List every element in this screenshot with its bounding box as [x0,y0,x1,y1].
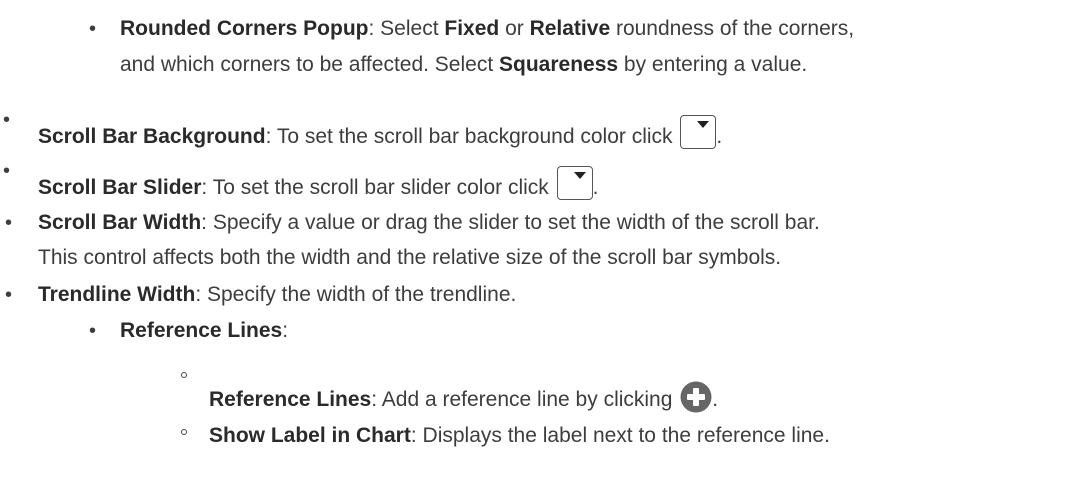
rounded-corners-item-line2: and which corners to be affected. Select… [120,53,807,77]
list-bullet: • [5,284,13,306]
color-picker-button[interactable] [556,166,593,200]
item-text: : Select [368,17,445,40]
item-text: . [592,176,599,199]
dropdown-arrow-icon [573,172,586,179]
list-bullet: • [89,18,97,40]
term-scroll-bar-width: Scroll Bar Width [38,211,202,234]
term-reference-lines: Reference Lines [209,388,372,411]
reference-lines-heading-item: Reference Lines: [120,319,288,343]
item-text: : [282,319,289,342]
item-text: : To set the scroll bar slider color cli… [201,176,555,199]
sub-list-bullet [181,372,187,378]
list-bullet: • [3,109,11,131]
help-document: • Rounded Corners Popup: Select Fixed or… [0,0,1067,491]
scroll-bar-width-item-line1: Scroll Bar Width: Specify a value or dra… [38,211,820,235]
scroll-bar-background-item: Scroll Bar Background: To set the scroll… [38,115,722,149]
term-show-label-in-chart: Show Label in Chart [209,424,411,447]
dropdown-arrow-icon [697,121,710,128]
item-text: : Displays the label next to the referen… [410,424,830,447]
term-fixed: Fixed [444,17,500,40]
item-text: by entering a value. [618,53,808,76]
color-picker-button[interactable] [680,115,717,149]
term-scroll-bar-slider: Scroll Bar Slider [38,176,202,199]
add-plus-icon[interactable] [680,381,712,413]
term-relative: Relative [529,17,611,40]
reference-lines-item: Reference Lines: Add a reference line by… [209,381,718,413]
item-text: : Specify a value or drag the slider to … [201,211,820,234]
show-label-in-chart-item: Show Label in Chart: Displays the label … [209,424,830,448]
item-text: : Specify the width of the trendline. [195,283,517,306]
rounded-corners-item-line1: Rounded Corners Popup: Select Fixed or R… [120,17,854,41]
item-text: : To set the scroll bar background color… [265,125,679,148]
term-squareness: Squareness [499,53,619,76]
list-bullet: • [89,320,97,342]
list-bullet: • [5,212,13,234]
scroll-bar-slider-item: Scroll Bar Slider: To set the scroll bar… [38,166,599,200]
item-text: roundness of the corners, [610,17,855,40]
scroll-bar-width-item-line2: This control affects both the width and … [38,246,781,270]
term-reference-lines-heading: Reference Lines [120,319,283,342]
item-text: and which corners to be affected. Select [120,53,500,76]
term-scroll-bar-background: Scroll Bar Background [38,125,266,148]
item-text: or [499,17,530,40]
term-rounded-corners-popup: Rounded Corners Popup [120,17,369,40]
item-text: : Add a reference line by clicking [371,388,679,411]
term-trendline-width: Trendline Width [38,283,196,306]
list-bullet: • [3,160,11,182]
trendline-width-item: Trendline Width: Specify the width of th… [38,283,516,307]
item-text: . [716,125,723,148]
item-text: . [712,388,719,411]
item-text: This control affects both the width and … [38,246,782,269]
sub-list-bullet [181,429,187,435]
